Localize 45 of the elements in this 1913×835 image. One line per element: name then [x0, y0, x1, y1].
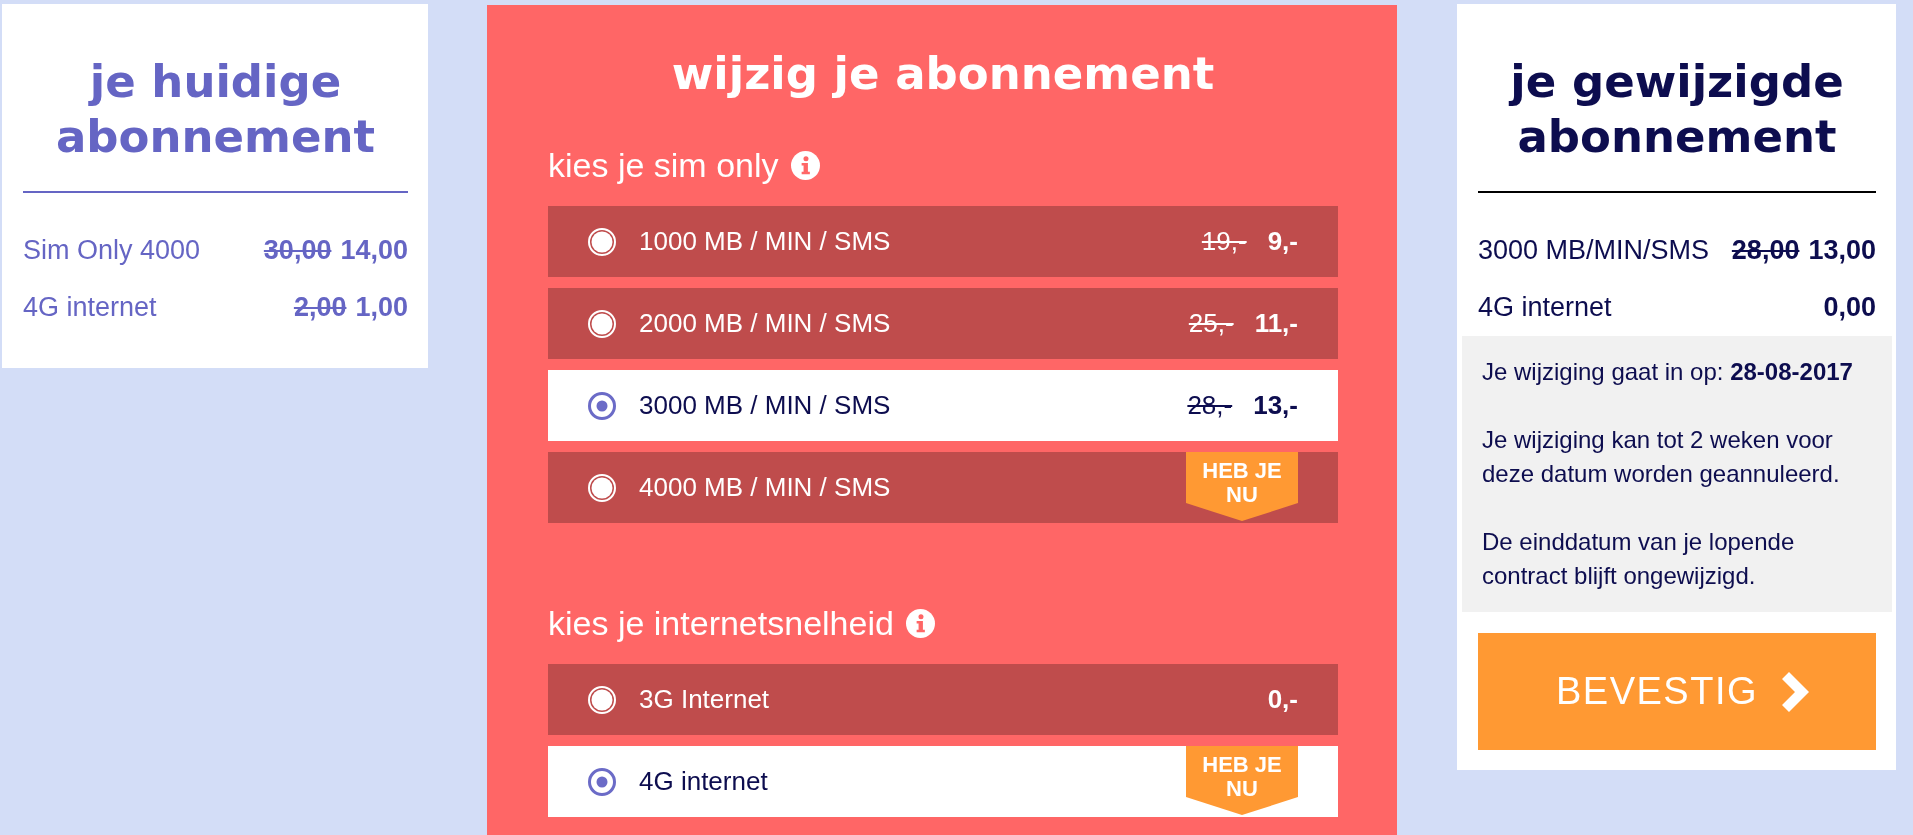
option-label: 3000 MB / MIN / SMS: [639, 390, 892, 421]
plan-option[interactable]: 3G Internet 0,-: [548, 664, 1338, 735]
price: 13,-: [1253, 390, 1298, 421]
plan-line-label: Sim Only 4000: [23, 235, 201, 266]
old-price: 28,-: [1187, 390, 1233, 421]
plan-option[interactable]: 4000 MB / MIN / SMS HEB JE NU: [548, 452, 1338, 523]
price: 0,00: [1823, 292, 1876, 323]
radio-button[interactable]: [588, 391, 616, 420]
owned-badge: HEB JE NU: [1186, 746, 1298, 815]
option-label: 4G internet: [639, 766, 769, 797]
plan-option[interactable]: 1000 MB / MIN / SMS 19,- 9,-: [548, 206, 1338, 277]
notice-text: Je wijziging gaat in op: 28-08-2017: [1482, 357, 1854, 387]
option-label: 2000 MB / MIN / SMS: [639, 308, 892, 339]
price: 0,-: [1267, 684, 1298, 715]
plan-title: je gewijzigde abonnement: [1507, 54, 1845, 164]
info-icon[interactable]: [905, 608, 935, 638]
price: 11,-: [1254, 308, 1298, 339]
info-icon[interactable]: [790, 150, 820, 180]
plan-line-label: 3000 MB/MIN/SMS: [1478, 235, 1710, 266]
plan-option[interactable]: 3000 MB / MIN / SMS 28,- 13,-: [548, 370, 1338, 441]
option-label: 4000 MB / MIN / SMS: [639, 472, 892, 503]
old-price: 30,00: [263, 235, 332, 266]
old-price: 28,00: [1731, 235, 1800, 266]
radio-button[interactable]: [588, 767, 616, 796]
old-price: 25,-: [1188, 308, 1234, 339]
old-price: 2,00: [293, 292, 347, 323]
notice-text: Je wijziging kan tot 2 weken voor deze datum worden geannuleerd.: [1482, 425, 1841, 489]
option-label: 3G Internet: [639, 684, 771, 715]
plan-option[interactable]: 4G internet HEB JE NU: [548, 746, 1338, 817]
plan-line-label: 4G internet: [1478, 292, 1612, 323]
plan-option[interactable]: 2000 MB / MIN / SMS 25,- 11,-: [548, 288, 1338, 359]
section-heading: kies je sim only: [548, 145, 779, 185]
price: 9,-: [1267, 226, 1298, 257]
option-label: 1000 MB / MIN / SMS: [639, 226, 892, 257]
owned-badge: HEB JE NU: [1186, 452, 1298, 521]
panel-title: wijzig je abonnement: [670, 46, 1216, 101]
plan-title: je huidige abonnement: [54, 54, 376, 164]
notice-text: De einddatum van je lopende contract blijft ongewijzigd.: [1482, 527, 1796, 591]
section-heading: kies je internetsnelheid: [548, 603, 894, 643]
price: 1,00: [355, 292, 408, 323]
price: 13,00: [1808, 235, 1876, 266]
price: 14,00: [340, 235, 408, 266]
old-price: 19,-: [1201, 226, 1247, 257]
chevron-right-icon: [1782, 671, 1811, 712]
plan-line-label: 4G internet: [23, 292, 157, 323]
